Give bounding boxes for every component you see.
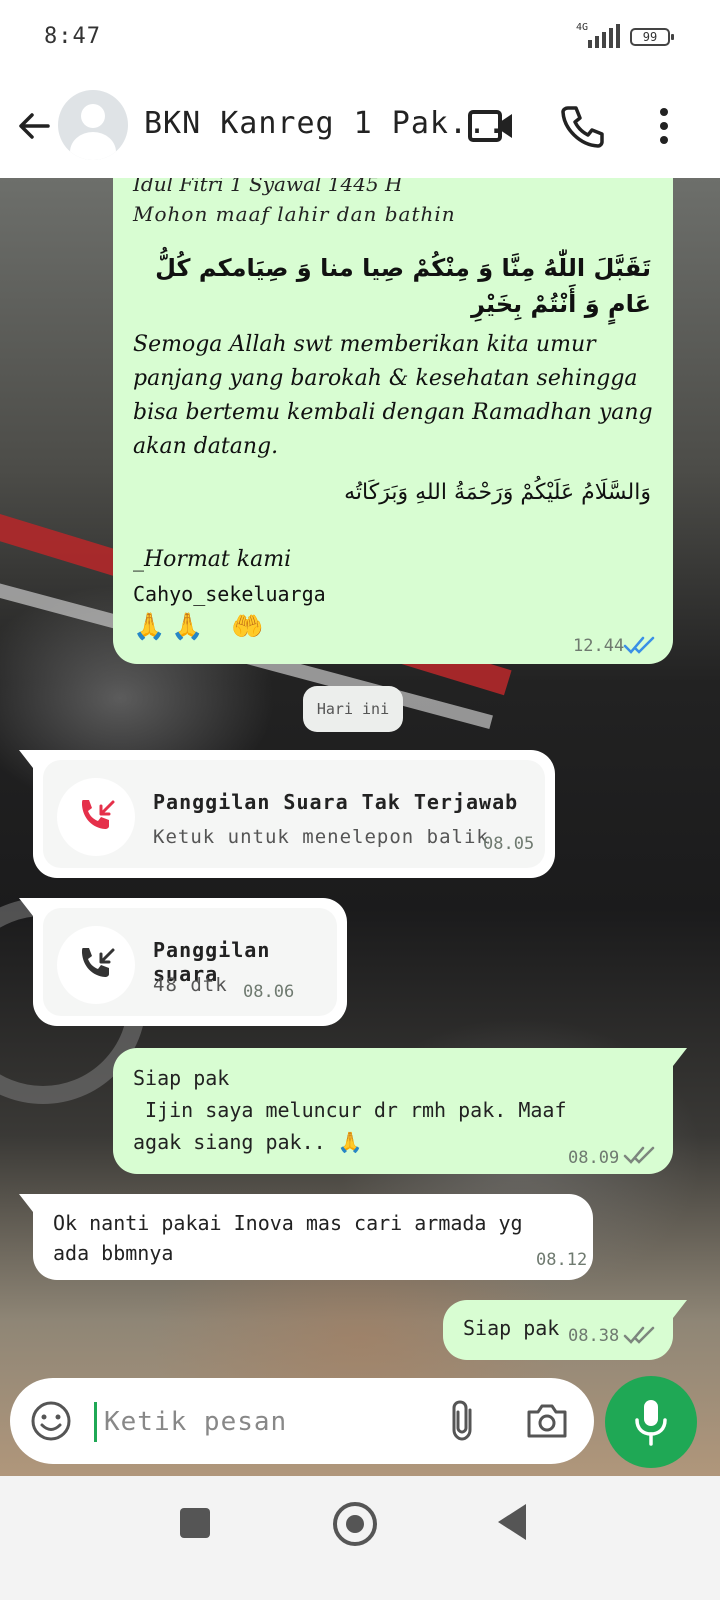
message-time: 08.38 [568,1326,620,1346]
chat-header: BKN Kanreg 1 Pak... [0,78,720,178]
outgoing-message[interactable]: Siap pak 08.38 [443,1300,687,1360]
chat-title[interactable]: BKN Kanreg 1 Pak... [144,106,506,141]
message-time: 08.06 [243,982,295,1002]
delivered-ticks-icon [623,1326,655,1344]
status-time: 8:47 [44,24,101,49]
message-composer [10,1378,594,1464]
message-text: Mohon maaf lahir dan bathin [133,202,456,226]
mic-button[interactable] [605,1376,697,1468]
call-subtitle: Ketuk untuk menelepon balik [153,826,489,848]
recents-button[interactable] [180,1508,210,1538]
message-text: Siap pak Ijin saya meluncur dr rmh pak. … [133,1066,567,1154]
message-text: Idul Fitri 1 Syawal 1445 H [133,178,403,196]
message-time: 08.05 [483,834,535,854]
battery-icon: 99 [630,28,674,46]
message-text: Semoga Allah swt memberikan kita umur pa… [133,332,653,459]
mic-icon [635,1400,667,1446]
message-time: 08.12 [536,1250,588,1270]
back-arrow-icon[interactable] [14,106,54,146]
signal-icon [588,24,620,48]
incoming-message[interactable]: Ok nanti pakai Inova mas cari armada yg … [19,1194,593,1280]
voice-call-message[interactable]: Panggilan suara 48 dtk 08.06 [19,898,347,1026]
message-emojis: 🙏🙏 🤲 [133,612,270,642]
missed-call-icon-wrap [57,778,135,856]
incoming-call-icon-wrap [57,926,135,1004]
status-bar: 8:47 4G 99 [0,0,720,78]
message-text: Siap pak [463,1316,560,1340]
missed-call-icon [82,800,115,829]
message-text: Ok nanti pakai Inova mas cari armada yg … [53,1211,523,1265]
outgoing-message[interactable]: Idul Fitri 1 Syawal 1445 H Mohon maaf la… [113,178,673,664]
more-options-icon[interactable] [636,98,692,154]
call-title: Panggilan Suara Tak Terjawab [153,790,519,814]
message-input[interactable] [102,1398,426,1446]
message-text: _Hormat kami [133,547,292,572]
message-arabic-text: تَقَبَّلَ اللّٰهُ مِنَّا وَ مِنْكُمْ صِي… [155,254,651,318]
call-duration: 48 dtk [153,974,228,996]
emoji-icon[interactable] [28,1398,74,1444]
system-nav-bar [0,1476,720,1600]
message-time: 08.09 [568,1148,620,1168]
missed-call-message[interactable]: Panggilan Suara Tak Terjawab Ketuk untuk… [19,750,555,878]
date-separator: Hari ini [303,686,403,732]
home-button[interactable] [333,1502,377,1546]
phone-call-icon[interactable] [554,98,610,154]
message-time: 12.44 [573,636,625,656]
read-ticks-icon [623,636,655,654]
delivered-ticks-icon [623,1146,655,1164]
video-call-icon[interactable] [462,98,518,154]
avatar[interactable] [58,90,128,160]
paperclip-icon[interactable] [444,1398,484,1444]
message-text: Cahyo_sekeluarga [133,582,326,606]
outgoing-message[interactable]: Siap pak Ijin saya meluncur dr rmh pak. … [113,1048,687,1174]
camera-icon[interactable] [524,1398,570,1444]
call-card[interactable]: Panggilan Suara Tak Terjawab Ketuk untuk… [43,760,545,868]
incoming-call-icon [82,948,115,977]
back-button[interactable] [498,1504,526,1540]
message-arabic-text: وَالسَّلَامُ عَلَيْكُمْ وَرَحْمَةُ اللهِ… [344,480,651,505]
chat-background[interactable]: Idul Fitri 1 Syawal 1445 H Mohon maaf la… [0,178,720,1508]
text-cursor [94,1402,97,1442]
